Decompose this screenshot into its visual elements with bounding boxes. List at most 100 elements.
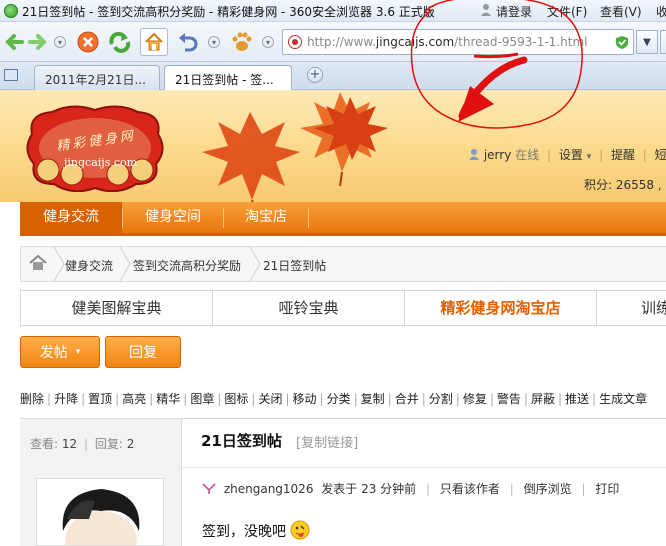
maple-leaf-small-icon: [314, 97, 388, 160]
menu-view[interactable]: 查看(V): [600, 3, 642, 20]
security-shield-icon[interactable]: [615, 35, 629, 53]
mod-digest[interactable]: 精华: [156, 392, 180, 406]
site-header-banner: 精彩健身网 jingcaijs.com jerry 在线 | 设置 ▾ | 提醒…: [0, 90, 666, 202]
breadcrumb: 健身交流 签到交流高积分奖励 21日签到帖: [20, 246, 666, 282]
new-post-label: 发帖: [39, 345, 68, 361]
mod-copy[interactable]: 复制: [361, 392, 385, 406]
mod-merge[interactable]: 合并: [395, 392, 419, 406]
mod-move[interactable]: 移动: [293, 392, 317, 406]
site-logo[interactable]: 精彩健身网 jingcaijs.com: [22, 104, 168, 193]
quick-links-bar: 健美图解宝典 哑铃宝典 精彩健身网淘宝店 训练: [20, 290, 666, 326]
back-arrow-icon: [5, 34, 24, 50]
paw-icon: [232, 32, 252, 51]
new-tab-plus-icon[interactable]: +: [307, 67, 323, 83]
login-link[interactable]: 请登录: [496, 3, 532, 20]
mod-delete[interactable]: 删除: [20, 392, 44, 406]
username-link[interactable]: jerry: [484, 148, 511, 162]
replies-count: 2: [126, 437, 135, 451]
mod-raise-lower[interactable]: 升降: [54, 392, 78, 406]
nav-item-fitness-space[interactable]: 健身空间: [123, 202, 223, 233]
post-meta: zhengang1026 发表于 23 分钟前 | 只看该作者 | 倒序浏览 |…: [202, 480, 619, 498]
mod-highlight[interactable]: 高亮: [122, 392, 146, 406]
moderation-toolbar: 删除 | 升降 | 置顶 | 高亮 | 精华 | 图章 | 图标 | 关闭 | 移动 | 分类 | 复制 | 合并 | 分割 | 修…: [20, 392, 648, 406]
user-icon: [480, 3, 492, 20]
address-bar[interactable]: http://www.jingcaijs.com/thread-9593-1-1…: [282, 29, 634, 55]
undo-close-button[interactable]: [174, 28, 202, 56]
home-icon[interactable]: [29, 254, 47, 274]
replies-label: 回复:: [94, 437, 123, 451]
breadcrumb-forum[interactable]: 健身交流: [65, 257, 113, 274]
messages-link[interactable]: 短消: [655, 148, 666, 162]
quick-link-illustrated-guide[interactable]: 健美图解宝典: [21, 291, 213, 325]
nav-divider: [308, 208, 309, 228]
window-title-bar: 21日签到帖 - 签到交流高积分奖励 - 精彩健身网 - 360安全浏览器 3.…: [0, 0, 666, 22]
print-link[interactable]: 打印: [595, 482, 619, 496]
reply-button[interactable]: 回复: [105, 336, 181, 368]
favorites-button[interactable]: [228, 28, 256, 56]
nav-item-taobao-store[interactable]: 淘宝店: [224, 202, 308, 233]
home-button[interactable]: [140, 28, 168, 56]
home-icon: [145, 32, 163, 51]
views-count: 12: [61, 437, 78, 451]
new-post-button[interactable]: 发帖 ▾: [20, 336, 100, 368]
mod-icon[interactable]: 图标: [224, 392, 248, 406]
logo-domain: jingcaijs.com: [64, 156, 138, 169]
mod-split[interactable]: 分割: [429, 392, 453, 406]
mod-generate-article[interactable]: 生成文章: [599, 392, 647, 406]
breadcrumb-separator-icon: [249, 247, 261, 281]
address-url: http://www.jingcaijs.com/thread-9593-1-1…: [307, 35, 588, 49]
mod-repair[interactable]: 修复: [463, 392, 487, 406]
undo-icon: [179, 33, 198, 52]
thread-title: 21日签到帖: [201, 432, 282, 450]
address-dropdown-icon[interactable]: ▼: [636, 30, 658, 54]
quick-link-training[interactable]: 训练: [597, 291, 666, 325]
online-status: 在线: [515, 148, 540, 162]
window-title: 21日签到帖 - 签到交流高积分奖励 - 精彩健身网 - 360安全浏览器 3.…: [22, 5, 435, 19]
copy-link[interactable]: [复制链接]: [296, 432, 358, 451]
mod-push[interactable]: 推送: [565, 392, 589, 406]
sidebar-toggle-icon[interactable]: [4, 69, 18, 81]
quick-link-dumbbell-guide[interactable]: 哑铃宝典: [213, 291, 405, 325]
forward-button[interactable]: [24, 28, 52, 56]
stop-icon: [77, 31, 99, 53]
user-points[interactable]: 积分: 26558 ,: [584, 176, 662, 193]
author-gender-icon: [202, 483, 216, 498]
new-post-dropdown-icon: ▾: [75, 347, 81, 357]
mod-ban[interactable]: 屏蔽: [531, 392, 555, 406]
favorites-dropdown-icon[interactable]: ▾: [262, 36, 274, 48]
only-author-link[interactable]: 只看该作者: [440, 482, 500, 496]
main-navigation: 健身交流 健身空间 淘宝店: [20, 202, 666, 236]
menu-file[interactable]: 文件(F): [547, 3, 587, 20]
tab-inactive[interactable]: 2011年2月21日...: [34, 65, 160, 90]
user-info: jerry 在线 | 设置 ▾ | 提醒 | 短消: [468, 146, 666, 164]
tab-active[interactable]: 21日签到帖 - 签...: [164, 65, 292, 90]
quick-link-taobao-store[interactable]: 精彩健身网淘宝店: [405, 291, 597, 325]
stop-button[interactable]: [74, 28, 102, 56]
notice-link[interactable]: 提醒: [611, 148, 635, 162]
mod-warn[interactable]: 警告: [497, 392, 521, 406]
go-button[interactable]: [660, 30, 666, 54]
post-content: 签到，没晚吧: [202, 520, 310, 544]
history-dropdown-icon[interactable]: ▾: [54, 36, 66, 48]
mod-sticky[interactable]: 置顶: [88, 392, 112, 406]
refresh-button[interactable]: [106, 28, 134, 56]
mod-close[interactable]: 关闭: [258, 392, 282, 406]
undo-dropdown-icon[interactable]: ▾: [208, 36, 220, 48]
breadcrumb-thread: 21日签到帖: [263, 259, 327, 273]
settings-dropdown-icon[interactable]: ▾: [587, 152, 592, 162]
site-favicon-icon: [288, 35, 302, 52]
mod-category[interactable]: 分类: [327, 392, 351, 406]
author-avatar[interactable]: [36, 478, 164, 546]
reverse-order-link[interactable]: 倒序浏览: [524, 482, 572, 496]
thread-stats: 查看: 12 | 回复: 2: [30, 437, 135, 451]
post-author-link[interactable]: zhengang1026: [224, 482, 314, 496]
menu-more[interactable]: 收: [656, 3, 666, 20]
breadcrumb-separator-icon: [53, 247, 65, 281]
tongue-emoji-icon: [290, 520, 310, 544]
mod-stamp[interactable]: 图章: [190, 392, 214, 406]
settings-link[interactable]: 设置: [559, 148, 583, 162]
breadcrumb-board[interactable]: 签到交流高积分奖励: [133, 257, 241, 274]
nav-item-fitness-exchange[interactable]: 健身交流: [20, 202, 122, 233]
post-time: 发表于 23 分钟前: [321, 482, 417, 496]
divider: [182, 467, 666, 468]
